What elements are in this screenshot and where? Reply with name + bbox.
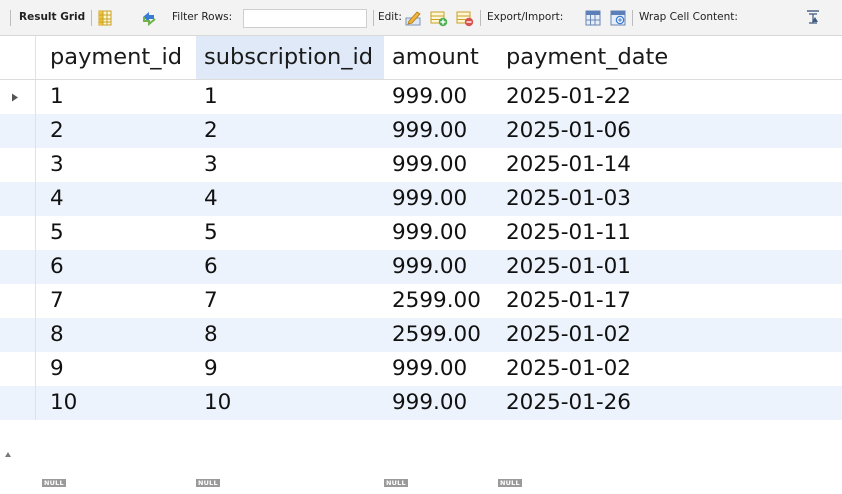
toolbar-separator	[373, 10, 374, 26]
result-grid-toolbar: Result Grid Filter Rows: Edit: Export/Im…	[0, 0, 842, 36]
cell-payment-id[interactable]: 6	[42, 250, 196, 284]
cell-subscription-id[interactable]: 5	[196, 216, 384, 250]
import-icon[interactable]	[609, 9, 627, 27]
row-header[interactable]	[0, 352, 36, 386]
cell-amount[interactable]: 999.00	[384, 148, 498, 182]
cell-payment-id[interactable]: 5	[42, 216, 196, 250]
row-header[interactable]	[0, 216, 36, 250]
edit-label: Edit:	[378, 11, 402, 23]
delete-row-icon[interactable]	[456, 9, 474, 27]
column-header-amount[interactable]: amount	[384, 36, 498, 79]
cell-payment-date[interactable]: 2025-01-14	[498, 148, 676, 182]
row-header[interactable]	[0, 80, 36, 114]
row-header[interactable]	[0, 250, 36, 284]
cell-subscription-id[interactable]: 3	[196, 148, 384, 182]
cell-payment-date[interactable]: 2025-01-17	[498, 284, 676, 318]
table-row[interactable]: 6 6 999.00 2025-01-01	[0, 250, 842, 284]
cell-amount[interactable]: 999.00	[384, 352, 498, 386]
null-badge: NULL	[498, 479, 522, 487]
cell-payment-date[interactable]: 2025-01-01	[498, 250, 676, 284]
cell-payment-date[interactable]: 2025-01-02	[498, 352, 676, 386]
cell-subscription-id[interactable]: 7	[196, 284, 384, 318]
row-header[interactable]	[0, 148, 36, 182]
filter-rows-label: Filter Rows:	[172, 11, 233, 23]
row-header[interactable]	[0, 284, 36, 318]
cell-amount[interactable]: 999.00	[384, 386, 498, 420]
row-header[interactable]	[0, 182, 36, 216]
cell-amount[interactable]: 999.00	[384, 80, 498, 114]
row-header[interactable]	[0, 114, 36, 148]
new-row-asterisk-icon	[5, 452, 11, 457]
cell-payment-id[interactable]: 1	[42, 80, 196, 114]
export-icon[interactable]	[584, 9, 602, 27]
cell-payment-id[interactable]: 4	[42, 182, 196, 216]
table-row[interactable]: 1 1 999.00 2025-01-22	[0, 80, 842, 114]
add-row-icon[interactable]	[430, 9, 448, 27]
table-row[interactable]: 4 4 999.00 2025-01-03	[0, 182, 842, 216]
cell-payment-date[interactable]: 2025-01-11	[498, 216, 676, 250]
table-row[interactable]: 10 10 999.00 2025-01-26	[0, 386, 842, 420]
cell-amount[interactable]: 999.00	[384, 216, 498, 250]
cell-payment-id[interactable]: 3	[42, 148, 196, 182]
table-row[interactable]: 9 9 999.00 2025-01-02	[0, 352, 842, 386]
table-row[interactable]: 5 5 999.00 2025-01-11	[0, 216, 842, 250]
refresh-arrows-icon[interactable]	[140, 9, 158, 27]
cell-payment-date[interactable]: 2025-01-03	[498, 182, 676, 216]
result-grid-label: Result Grid	[19, 11, 86, 23]
null-badge: NULL	[384, 479, 408, 487]
cell-subscription-id[interactable]: 8	[196, 318, 384, 352]
export-import-label: Export/Import:	[487, 11, 564, 23]
column-header-payment-id[interactable]: payment_id	[42, 36, 196, 79]
column-header-row: payment_id subscription_id amount paymen…	[0, 36, 842, 80]
toolbar-separator	[632, 10, 633, 26]
row-header[interactable]	[0, 386, 36, 420]
new-row-null-markers: NULL NULL NULL NULL	[0, 476, 842, 494]
cell-amount[interactable]: 999.00	[384, 182, 498, 216]
table-row[interactable]: 8 8 2599.00 2025-01-02	[0, 318, 842, 352]
cell-payment-id[interactable]: 9	[42, 352, 196, 386]
row-header[interactable]	[0, 318, 36, 352]
cell-subscription-id[interactable]: 1	[196, 80, 384, 114]
table-row[interactable]: 2 2 999.00 2025-01-06	[0, 114, 842, 148]
cell-payment-date[interactable]: 2025-01-22	[498, 80, 676, 114]
cell-amount[interactable]: 2599.00	[384, 318, 498, 352]
grid-layout-icon[interactable]	[96, 9, 114, 27]
row-header-corner	[0, 36, 36, 79]
cell-payment-date[interactable]: 2025-01-06	[498, 114, 676, 148]
cell-subscription-id[interactable]: 4	[196, 182, 384, 216]
filter-rows-input[interactable]	[243, 9, 367, 28]
wrap-text-icon[interactable]	[806, 10, 820, 24]
cell-payment-date[interactable]: 2025-01-02	[498, 318, 676, 352]
cell-payment-id[interactable]: 2	[42, 114, 196, 148]
current-row-arrow-icon	[12, 93, 18, 102]
toolbar-separator	[91, 10, 92, 26]
table-row[interactable]: 3 3 999.00 2025-01-14	[0, 148, 842, 182]
column-header-subscription-id[interactable]: subscription_id	[196, 36, 384, 79]
cell-payment-id[interactable]: 10	[42, 386, 196, 420]
cell-subscription-id[interactable]: 9	[196, 352, 384, 386]
cell-payment-id[interactable]: 7	[42, 284, 196, 318]
cell-subscription-id[interactable]: 10	[196, 386, 384, 420]
edit-row-icon[interactable]	[404, 9, 422, 27]
toolbar-separator	[480, 10, 481, 26]
table-row[interactable]: 7 7 2599.00 2025-01-17	[0, 284, 842, 318]
wrap-cell-content-label: Wrap Cell Content:	[639, 11, 738, 23]
null-badge: NULL	[196, 479, 220, 487]
cell-subscription-id[interactable]: 2	[196, 114, 384, 148]
column-header-payment-date[interactable]: payment_date	[498, 36, 676, 79]
cell-subscription-id[interactable]: 6	[196, 250, 384, 284]
null-badge: NULL	[42, 479, 66, 487]
cell-amount[interactable]: 999.00	[384, 250, 498, 284]
cell-payment-id[interactable]: 8	[42, 318, 196, 352]
toolbar-separator	[10, 10, 11, 26]
cell-amount[interactable]: 2599.00	[384, 284, 498, 318]
cell-amount[interactable]: 999.00	[384, 114, 498, 148]
result-grid: payment_id subscription_id amount paymen…	[0, 36, 842, 487]
cell-payment-date[interactable]: 2025-01-26	[498, 386, 676, 420]
